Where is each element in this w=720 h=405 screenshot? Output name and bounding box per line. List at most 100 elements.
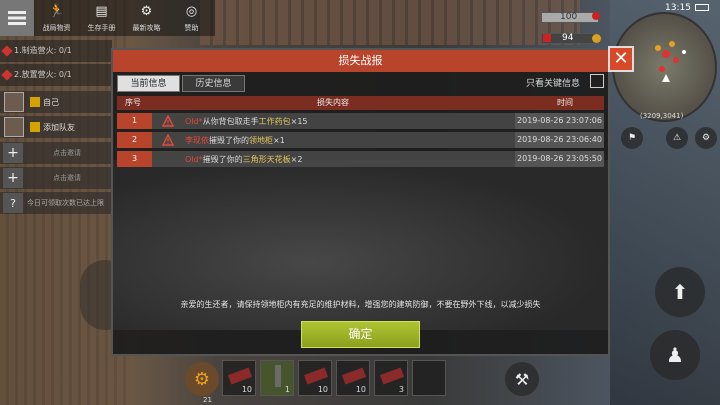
battery-icon [695, 4, 709, 11]
runner-icon: 🏃 [48, 4, 65, 19]
task-label: 1.制造营火: 0/1 [14, 46, 72, 55]
help-icon: ? [3, 193, 23, 213]
row-time: 2019-08-26 23:06:40 [515, 132, 604, 148]
dialog-notice: 亲爱的生还者，请保持领地柜内有充足的维护材料，增强您的建筑防御，不要在野外下线，… [180, 300, 541, 309]
stamina-icon [592, 34, 601, 43]
hotbar-slot[interactable]: 10 [298, 360, 332, 396]
food-value: 94 [562, 33, 574, 43]
item-qty: ×1 [273, 136, 285, 145]
team-member-name: 自己 [43, 97, 59, 107]
table-row[interactable]: 2 李现依摧毁了你的领地柜×1 2019-08-26 23:06:40 [117, 132, 604, 148]
daily-limit-label: 今日可领取次数已达上限 [27, 199, 104, 207]
table-row[interactable]: 3 Old*摧毁了你的三角形天花板×2 2019-08-26 23:05:50 [117, 151, 604, 167]
key-only-checkbox[interactable] [590, 74, 604, 88]
gear-icon: ⚙ [701, 133, 711, 143]
add-icon: + [3, 143, 23, 163]
column-index: 序号 [125, 98, 141, 107]
invite-label: 点击邀请 [53, 174, 81, 182]
warning-icon [162, 134, 174, 146]
task-item[interactable]: 1.制造营火: 0/1 [0, 40, 112, 62]
item-icon [379, 367, 405, 385]
hotbar-slot[interactable] [412, 360, 446, 396]
column-content: 损失内容 [317, 98, 349, 107]
slot-count: 10 [355, 385, 366, 394]
tab-history-info[interactable]: 历史信息 [182, 75, 245, 92]
action-text: 从你背包取走手 [202, 117, 259, 126]
wooden-roof-background [200, 0, 580, 45]
invite-row[interactable]: + 点击邀请 [0, 167, 112, 189]
toolbar-item-supplies[interactable]: 🏃 战局物资 [34, 0, 79, 36]
toolbar-item-sponsor[interactable]: ◎ 赞助 [169, 0, 214, 36]
crouch-button[interactable]: ♟ [650, 330, 700, 380]
toolbar-label: 最新攻略 [132, 24, 161, 32]
column-time: 时间 [557, 98, 573, 107]
arrow-up-icon: ⬆ [671, 280, 689, 304]
close-button[interactable]: ✕ [608, 46, 634, 72]
daily-limit-row[interactable]: ? 今日可领取次数已达上限 [0, 192, 112, 214]
warning-icon [162, 115, 174, 127]
item-name: 领地柜 [249, 136, 273, 145]
add-icon: + [3, 168, 23, 188]
row-index: 1 [117, 113, 152, 129]
hammer-wrench-icon: ⚒ [514, 369, 530, 389]
sponsor-icon: ◎ [185, 4, 198, 19]
jump-button[interactable]: ⬆ [655, 267, 705, 317]
health-value: 100 [560, 12, 578, 22]
action-text: 摧毁了你的 [209, 136, 249, 145]
invite-label: 点击邀请 [53, 149, 81, 157]
loss-report-dialog: 损失战报 当前信息 历史信息 只看关键信息 序号 损失内容 时间 1 Old*从… [111, 48, 610, 356]
minimap-coordinates: (3209,3041) [640, 112, 684, 120]
handbook-icon: ▤ [95, 4, 108, 19]
tool-icon [275, 365, 281, 387]
main-menu-button[interactable] [0, 0, 34, 36]
task-marker-icon [1, 69, 13, 81]
craft-button[interactable]: ⚙ [185, 362, 219, 396]
hotbar-slot[interactable]: 1 [260, 360, 294, 396]
key-only-label: 只看关键信息 [526, 79, 581, 89]
item-qty: ×2 [290, 155, 303, 164]
action-text: 摧毁了你的 [202, 155, 243, 164]
avatar [4, 117, 24, 137]
toolbar-item-handbook[interactable]: ▤ 生存手册 [79, 0, 124, 36]
actor-name: Old* [185, 155, 203, 164]
row-time: 2019-08-26 23:05:50 [515, 151, 604, 167]
build-button[interactable]: ⚒ [505, 362, 539, 396]
team-member-row[interactable]: 自己 [0, 91, 112, 113]
toolbar-label: 赞助 [184, 24, 199, 32]
food-icon [543, 34, 551, 42]
settings-button[interactable]: ⚙ [695, 127, 717, 149]
hotbar-slot[interactable]: 3 [374, 360, 408, 396]
alert-button[interactable]: ⚠ [666, 127, 688, 149]
table-header: 序号 损失内容 时间 [117, 96, 604, 110]
close-icon: ✕ [613, 48, 629, 69]
slot-count: 3 [398, 385, 404, 394]
toolbar-label: 战局物资 [42, 24, 71, 32]
confirm-button[interactable]: 确定 [301, 321, 420, 348]
report-button[interactable]: ⚑ [621, 127, 643, 149]
hamburger-icon [8, 11, 26, 25]
actor-name: Old* [185, 117, 203, 126]
slot-count: 10 [241, 385, 252, 394]
row-content: 李现依摧毁了你的领地柜×1 [185, 135, 285, 146]
top-toolbar: 🏃 战局物资 ▤ 生存手册 ⚙ 最新攻略 ◎ 赞助 [0, 0, 215, 36]
task-item[interactable]: 2.放置营火: 0/1 [0, 64, 112, 86]
item-qty: ×15 [290, 117, 308, 126]
team-member-row[interactable]: 添加队友 [0, 116, 112, 138]
tab-current-info[interactable]: 当前信息 [117, 75, 180, 92]
hotbar-slot[interactable]: 10 [222, 360, 256, 396]
health-icon [592, 12, 600, 20]
avatar [4, 92, 24, 112]
gear-icon: ⚙ [193, 368, 211, 390]
table-row[interactable]: 1 Old*从你背包取走手工作药包×15 2019-08-26 23:07:06 [117, 113, 604, 129]
invite-row[interactable]: + 点击邀请 [0, 142, 112, 164]
task-marker-icon [1, 45, 13, 57]
row-time: 2019-08-26 23:07:06 [515, 113, 604, 129]
item-name: 三角形天花板 [242, 155, 291, 164]
task-label: 2.放置营火: 0/1 [14, 70, 72, 79]
toolbar-item-strategy[interactable]: ⚙ 最新攻略 [124, 0, 169, 36]
crouch-icon: ♟ [666, 343, 684, 367]
row-content: Old*摧毁了你的三角形天花板×2 [185, 154, 302, 165]
row-content: Old*从你背包取走手工作药包×15 [185, 116, 308, 127]
hotbar-slot[interactable]: 10 [336, 360, 370, 396]
item-icon [303, 367, 329, 385]
